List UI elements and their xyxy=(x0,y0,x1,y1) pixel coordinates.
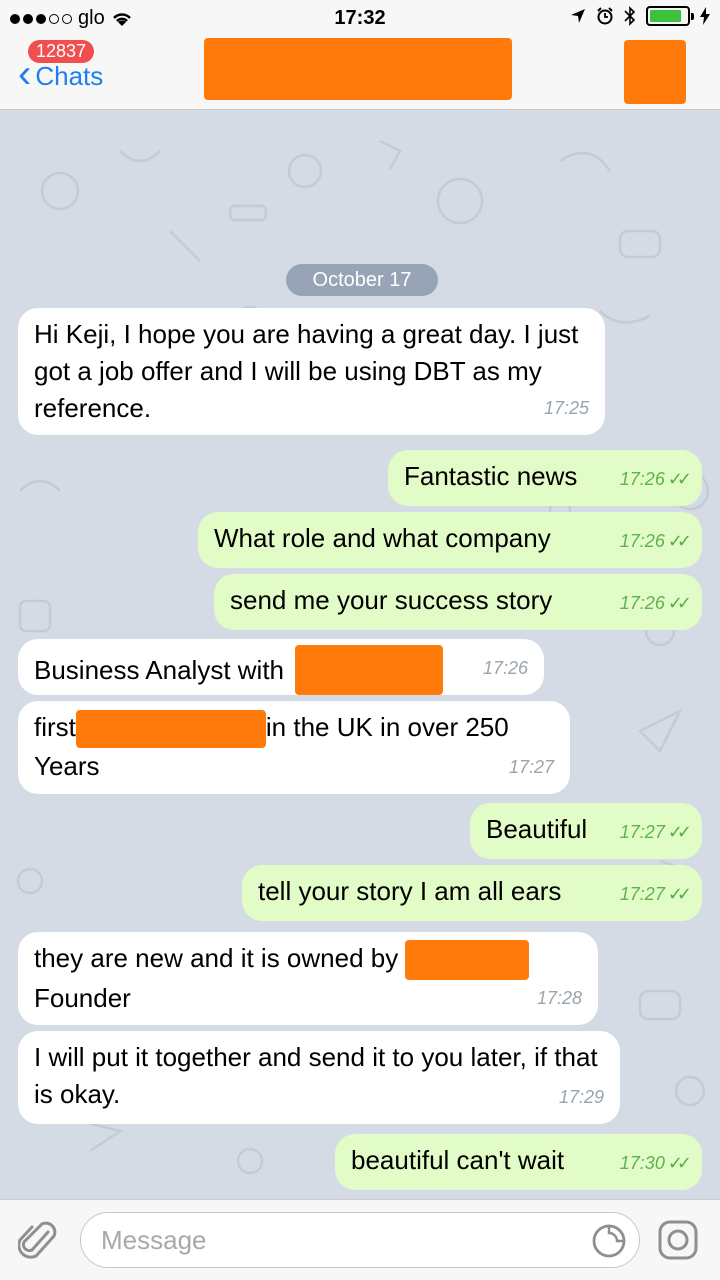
message-time: 17:29 xyxy=(558,1087,604,1107)
message-text: I will put it together and send it to yo… xyxy=(34,1042,598,1109)
composer-bar xyxy=(0,1199,720,1280)
message-outgoing[interactable]: send me your success story 17:26 ✓✓ xyxy=(214,574,702,630)
message-time: 17:26 xyxy=(619,531,665,551)
message-list[interactable]: October 17 Hi Keji, I hope you are havin… xyxy=(0,111,720,1199)
battery-icon xyxy=(646,6,694,26)
message-text: Beautiful xyxy=(486,814,588,844)
message-outgoing[interactable]: tell your story I am all ears 17:27 ✓✓ xyxy=(242,865,702,921)
double-check-icon: ✓✓ xyxy=(667,884,692,904)
message-time: 17:28 xyxy=(536,988,582,1008)
message-time: 17:26 xyxy=(619,593,665,613)
message-outgoing[interactable]: What role and what company 17:26 ✓✓ xyxy=(198,512,702,568)
message-incoming[interactable]: I will put it together and send it to yo… xyxy=(18,1031,620,1124)
message-meta: 17:27 ✓✓ xyxy=(619,876,692,913)
message-meta: 17:26 ✓✓ xyxy=(619,523,692,560)
camera-icon[interactable] xyxy=(656,1218,700,1262)
message-text: Years xyxy=(34,751,100,782)
message-text: send me your success story xyxy=(230,585,553,615)
redacted-name xyxy=(405,940,530,981)
message-time: 17:30 xyxy=(619,1153,665,1173)
redacted-company xyxy=(75,710,266,749)
message-incoming[interactable]: first in the UK in over 250 Years 17:27 xyxy=(18,701,570,794)
message-time: 17:27 xyxy=(619,884,665,904)
alarm-icon xyxy=(597,7,613,25)
double-check-icon: ✓✓ xyxy=(667,822,692,842)
message-text: Hi Keji, I hope you are having a great d… xyxy=(34,319,579,423)
message-meta: 17:27 ✓✓ xyxy=(619,814,692,851)
double-check-icon: ✓✓ xyxy=(667,593,692,613)
message-line: first in the UK in over 250 xyxy=(34,709,554,749)
message-text: What role and what company xyxy=(214,523,551,553)
message-time: 17:26 xyxy=(482,658,528,678)
redacted-contact-name[interactable] xyxy=(204,38,512,100)
message-time: 17:27 xyxy=(508,757,554,777)
message-meta: 17:26 ✓✓ xyxy=(619,585,692,622)
message-line: they are new and it is owned by xyxy=(34,940,582,981)
message-meta: 17:30 ✓✓ xyxy=(619,1145,692,1182)
chat-header: 12837 ‹ Chats xyxy=(0,38,720,110)
redacted-company xyxy=(295,645,444,695)
sticker-icon[interactable] xyxy=(591,1223,627,1259)
chevron-left-icon: ‹ xyxy=(18,52,32,96)
message-outgoing[interactable]: beautiful can't wait 17:30 ✓✓ xyxy=(335,1134,702,1190)
unread-badge: 12837 xyxy=(28,40,95,63)
charging-bolt-icon xyxy=(700,7,710,25)
message-text: tell your story I am all ears xyxy=(258,876,562,906)
location-arrow-icon xyxy=(571,9,585,23)
message-text: in the UK in over 250 xyxy=(265,712,509,742)
double-check-icon: ✓✓ xyxy=(667,1153,692,1173)
message-time: 17:27 xyxy=(619,822,665,842)
bluetooth-icon xyxy=(624,6,636,26)
date-separator: October 17 xyxy=(286,264,438,296)
message-outgoing[interactable]: Fantastic news 17:26 ✓✓ xyxy=(388,450,702,506)
message-text: beautiful can't wait xyxy=(351,1145,565,1175)
status-bar: glo 17:32 xyxy=(0,0,720,38)
message-time: 17:26 xyxy=(619,469,665,489)
message-time: 17:25 xyxy=(543,398,589,418)
message-incoming[interactable]: Business Analyst with 17:26 xyxy=(18,639,544,695)
message-field-container xyxy=(80,1212,640,1268)
message-incoming[interactable]: Hi Keji, I hope you are having a great d… xyxy=(18,308,605,435)
double-check-icon: ✓✓ xyxy=(667,469,692,489)
message-text: Founder xyxy=(34,983,131,1014)
double-check-icon: ✓✓ xyxy=(667,531,692,551)
message-outgoing[interactable]: Beautiful 17:27 ✓✓ xyxy=(470,803,702,859)
message-incoming[interactable]: they are new and it is owned by Founder … xyxy=(18,932,598,1025)
status-right xyxy=(570,6,710,26)
message-text: Business Analyst with xyxy=(34,654,285,685)
back-label: Chats xyxy=(35,60,104,91)
message-text: they are new and it is owned by xyxy=(34,943,399,973)
paperclip-icon[interactable] xyxy=(18,1218,58,1264)
message-text: Fantastic news xyxy=(404,461,578,491)
message-input[interactable] xyxy=(101,1225,571,1256)
redacted-avatar[interactable] xyxy=(624,40,686,104)
message-meta: 17:26 ✓✓ xyxy=(619,461,692,498)
message-text: first xyxy=(34,712,76,742)
